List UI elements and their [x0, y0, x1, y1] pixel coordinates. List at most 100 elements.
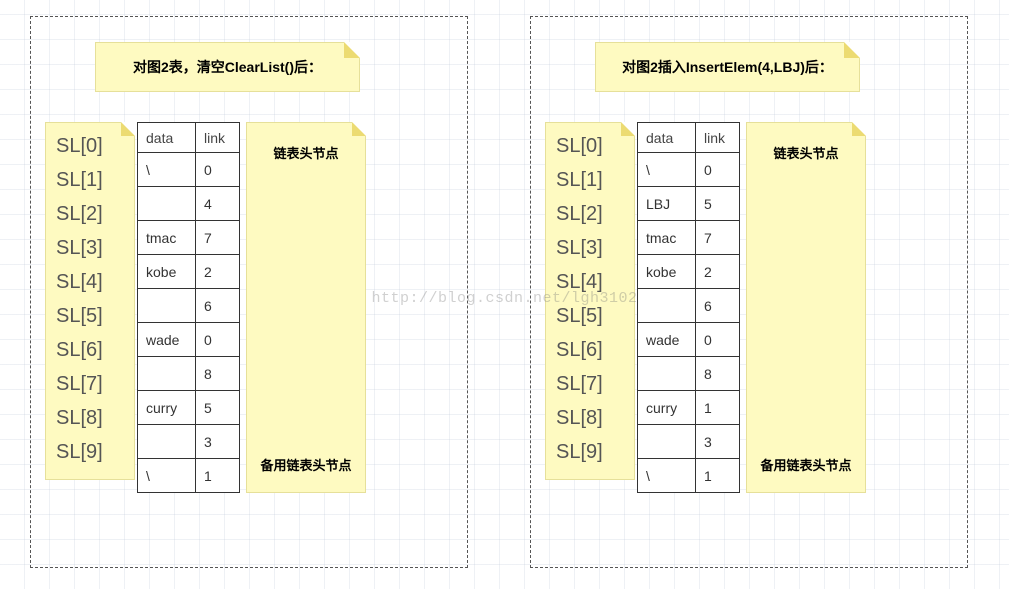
cell-link: 4: [196, 187, 240, 221]
table-row: 4: [138, 187, 240, 221]
col-header-link: link: [696, 123, 740, 153]
table-row: 8: [138, 357, 240, 391]
cell-link: 1: [196, 459, 240, 493]
right-desc-note: 链表头节点 备用链表头节点: [746, 122, 866, 493]
cell-link: 7: [696, 221, 740, 255]
head-node-label: 链表头节点: [247, 143, 365, 162]
right-row-area: SL[0] SL[1] SL[2] SL[3] SL[4] SL[5] SL[6…: [545, 122, 955, 493]
cell-link: 2: [196, 255, 240, 289]
index-label: SL[4]: [556, 265, 624, 299]
table-row: kobe2: [638, 255, 740, 289]
cell-link: 5: [196, 391, 240, 425]
index-label: SL[2]: [556, 197, 624, 231]
table-row: LBJ5: [638, 187, 740, 221]
table-header-row: data link: [138, 123, 240, 153]
index-label: SL[7]: [556, 367, 624, 401]
index-label: SL[8]: [56, 401, 124, 435]
table-row: 3: [638, 425, 740, 459]
table-row: \1: [138, 459, 240, 493]
head-node-label: 链表头节点: [747, 143, 865, 162]
fold-icon: [344, 42, 360, 58]
cell-link: 3: [196, 425, 240, 459]
left-title-note: 对图2表，清空ClearList()后：: [95, 42, 360, 92]
table-row: tmac7: [638, 221, 740, 255]
table-row: curry1: [638, 391, 740, 425]
fold-icon: [852, 122, 866, 136]
figure-left: 对图2表，清空ClearList()后： SL[0] SL[1] SL[2] S…: [45, 42, 455, 493]
cell-link: 0: [696, 153, 740, 187]
index-label: SL[3]: [56, 231, 124, 265]
cell-data: \: [638, 459, 696, 493]
cell-data: \: [638, 153, 696, 187]
cell-data: curry: [138, 391, 196, 425]
cell-data: wade: [638, 323, 696, 357]
fold-icon: [621, 122, 635, 136]
cell-data: [638, 289, 696, 323]
cell-link: 0: [196, 323, 240, 357]
table-row: \0: [638, 153, 740, 187]
table-row: 8: [638, 357, 740, 391]
index-label: SL[7]: [56, 367, 124, 401]
index-label: SL[5]: [56, 299, 124, 333]
index-label: SL[1]: [56, 163, 124, 197]
right-title-text: 对图2插入InsertElem(4,LBJ)后：: [622, 57, 833, 77]
cell-link: 0: [696, 323, 740, 357]
cell-data: kobe: [638, 255, 696, 289]
cell-link: 3: [696, 425, 740, 459]
col-header-data: data: [638, 123, 696, 153]
cell-link: 7: [196, 221, 240, 255]
table-row: 6: [638, 289, 740, 323]
index-label: SL[5]: [556, 299, 624, 333]
index-label: SL[6]: [556, 333, 624, 367]
index-label: SL[9]: [556, 435, 624, 469]
cell-link: 6: [196, 289, 240, 323]
index-label: SL[1]: [556, 163, 624, 197]
table-row: \1: [638, 459, 740, 493]
cell-data: tmac: [638, 221, 696, 255]
fold-icon: [352, 122, 366, 136]
table-row: wade0: [638, 323, 740, 357]
right-static-list-table: data link \0 LBJ5 tmac7 kobe2 6 wade0 8 …: [637, 122, 740, 493]
cell-data: wade: [138, 323, 196, 357]
cell-data: [138, 425, 196, 459]
table-row: \0: [138, 153, 240, 187]
cell-link: 8: [696, 357, 740, 391]
cell-link: 6: [696, 289, 740, 323]
cell-data: [138, 357, 196, 391]
index-label: SL[9]: [56, 435, 124, 469]
index-label: SL[6]: [56, 333, 124, 367]
left-title-text: 对图2表，清空ClearList()后：: [133, 57, 322, 77]
index-label: SL[8]: [556, 401, 624, 435]
cell-link: 2: [696, 255, 740, 289]
left-row-area: SL[0] SL[1] SL[2] SL[3] SL[4] SL[5] SL[6…: [45, 122, 455, 493]
spare-head-node-label: 备用链表头节点: [247, 455, 365, 474]
col-header-data: data: [138, 123, 196, 153]
right-index-labels: SL[0] SL[1] SL[2] SL[3] SL[4] SL[5] SL[6…: [545, 122, 635, 480]
cell-link: 5: [696, 187, 740, 221]
fold-icon: [844, 42, 860, 58]
cell-link: 8: [196, 357, 240, 391]
index-label: SL[0]: [56, 129, 124, 163]
table-row: 6: [138, 289, 240, 323]
index-label: SL[0]: [556, 129, 624, 163]
cell-link: 1: [696, 391, 740, 425]
cell-data: LBJ: [638, 187, 696, 221]
table-header-row: data link: [638, 123, 740, 153]
index-label: SL[4]: [56, 265, 124, 299]
left-index-labels: SL[0] SL[1] SL[2] SL[3] SL[4] SL[5] SL[6…: [45, 122, 135, 480]
cell-data: \: [138, 459, 196, 493]
cell-data: [138, 187, 196, 221]
table-row: curry5: [138, 391, 240, 425]
figure-right: 对图2插入InsertElem(4,LBJ)后： SL[0] SL[1] SL[…: [545, 42, 955, 493]
cell-data: [638, 425, 696, 459]
table-row: kobe2: [138, 255, 240, 289]
cell-data: curry: [638, 391, 696, 425]
cell-data: [138, 289, 196, 323]
cell-data: tmac: [138, 221, 196, 255]
table-row: wade0: [138, 323, 240, 357]
cell-data: [638, 357, 696, 391]
index-label: SL[2]: [56, 197, 124, 231]
left-desc-note: 链表头节点 备用链表头节点: [246, 122, 366, 493]
left-static-list-table: data link \0 4 tmac7 kobe2 6 wade0 8 cur…: [137, 122, 240, 493]
table-row: tmac7: [138, 221, 240, 255]
